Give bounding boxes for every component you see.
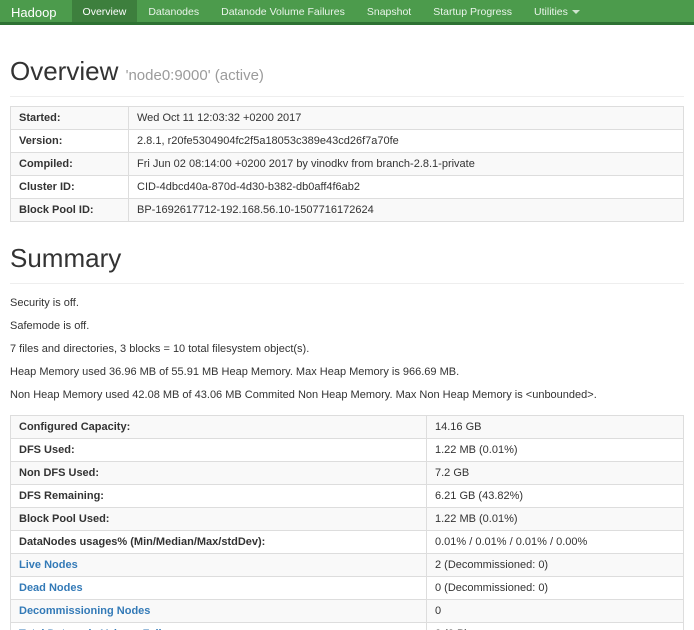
row-value: 1.22 MB (0.01%) xyxy=(427,508,684,531)
table-row: Decommissioning Nodes 0 xyxy=(11,600,684,623)
hadoop-namenode-page: Hadoop Overview Datanodes Datanode Volum… xyxy=(0,0,694,630)
row-value: 2 (Decommissioned: 0) xyxy=(427,554,684,577)
overview-info-table: Started: Wed Oct 11 12:03:32 +0200 2017 … xyxy=(10,106,684,222)
row-value: CID-4dbcd40a-870d-4d30-b382-db0aff4f6ab2 xyxy=(129,176,684,199)
row-label: Started: xyxy=(11,107,129,130)
table-row: Started: Wed Oct 11 12:03:32 +0200 2017 xyxy=(11,107,684,130)
row-label: Cluster ID: xyxy=(11,176,129,199)
row-label: DFS Used: xyxy=(11,439,427,462)
live-nodes-link[interactable]: Live Nodes xyxy=(19,559,78,571)
dead-nodes-link[interactable]: Dead Nodes xyxy=(19,582,83,594)
top-navbar: Hadoop Overview Datanodes Datanode Volum… xyxy=(0,0,694,25)
namenode-address-status: 'node0:9000' (active) xyxy=(126,67,264,84)
table-row: Configured Capacity: 14.16 GB xyxy=(11,416,684,439)
safemode-status: Safemode is off. xyxy=(10,318,684,335)
decommissioning-nodes-link[interactable]: Decommissioning Nodes xyxy=(19,605,150,617)
table-row: Non DFS Used: 7.2 GB xyxy=(11,462,684,485)
tab-utilities-dropdown[interactable]: Utilities xyxy=(523,0,591,22)
table-row: Block Pool ID: BP-1692617712-192.168.56.… xyxy=(11,199,684,222)
heap-memory-summary: Heap Memory used 36.96 MB of 55.91 MB He… xyxy=(10,364,684,381)
table-row: Compiled: Fri Jun 02 08:14:00 +0200 2017… xyxy=(11,153,684,176)
row-label: DFS Remaining: xyxy=(11,485,427,508)
chevron-down-icon xyxy=(572,10,580,14)
row-value: 0.01% / 0.01% / 0.01% / 0.00% xyxy=(427,531,684,554)
row-label: DataNodes usages% (Min/Median/Max/stdDev… xyxy=(11,531,427,554)
non-heap-memory-summary: Non Heap Memory used 42.08 MB of 43.06 M… xyxy=(10,387,684,404)
table-row: Live Nodes 2 (Decommissioned: 0) xyxy=(11,554,684,577)
table-row: Version: 2.8.1, r20fe5304904fc2f5a18053c… xyxy=(11,130,684,153)
row-value: 0 (0 B) xyxy=(427,623,684,630)
table-row: DFS Used: 1.22 MB (0.01%) xyxy=(11,439,684,462)
table-row: Cluster ID: CID-4dbcd40a-870d-4d30-b382-… xyxy=(11,176,684,199)
row-value: 0 (Decommissioned: 0) xyxy=(427,577,684,600)
summary-divider xyxy=(10,283,684,284)
summary-title: Summary xyxy=(10,243,684,274)
row-label: Compiled: xyxy=(11,153,129,176)
row-label: Block Pool ID: xyxy=(11,199,129,222)
overview-title-text: Overview xyxy=(10,56,118,86)
overview-title: Overview 'node0:9000' (active) xyxy=(10,56,684,87)
row-value: Fri Jun 02 08:14:00 +0200 2017 by vinodk… xyxy=(129,153,684,176)
security-status: Security is off. xyxy=(10,295,684,312)
summary-paragraphs: Security is off. Safemode is off. 7 file… xyxy=(10,295,684,404)
tab-startup-progress[interactable]: Startup Progress xyxy=(422,0,523,22)
row-value: BP-1692617712-192.168.56.10-150771617262… xyxy=(129,199,684,222)
tab-datanodes[interactable]: Datanodes xyxy=(137,0,210,22)
brand-hadoop[interactable]: Hadoop xyxy=(0,0,72,22)
row-value: 1.22 MB (0.01%) xyxy=(427,439,684,462)
tab-datanode-volume-failures[interactable]: Datanode Volume Failures xyxy=(210,0,356,22)
row-value: 0 xyxy=(427,600,684,623)
tab-utilities-label: Utilities xyxy=(534,6,568,18)
row-value: 2.8.1, r20fe5304904fc2f5a18053c389e43cd2… xyxy=(129,130,684,153)
summary-table: Configured Capacity: 14.16 GB DFS Used: … xyxy=(10,415,684,630)
table-row: DataNodes usages% (Min/Median/Max/stdDev… xyxy=(11,531,684,554)
table-row: Block Pool Used: 1.22 MB (0.01%) xyxy=(11,508,684,531)
table-row: Dead Nodes 0 (Decommissioned: 0) xyxy=(11,577,684,600)
tab-snapshot[interactable]: Snapshot xyxy=(356,0,422,22)
row-value: 7.2 GB xyxy=(427,462,684,485)
row-value: Wed Oct 11 12:03:32 +0200 2017 xyxy=(129,107,684,130)
table-row: Total Datanode Volume Failures 0 (0 B) xyxy=(11,623,684,630)
overview-divider xyxy=(10,96,684,97)
row-label: Block Pool Used: xyxy=(11,508,427,531)
row-label: Non DFS Used: xyxy=(11,462,427,485)
table-row: DFS Remaining: 6.21 GB (43.82%) xyxy=(11,485,684,508)
row-value: 6.21 GB (43.82%) xyxy=(427,485,684,508)
filesystem-objects-summary: 7 files and directories, 3 blocks = 10 t… xyxy=(10,341,684,358)
row-label: Version: xyxy=(11,130,129,153)
tab-overview[interactable]: Overview xyxy=(72,0,138,22)
row-value: 14.16 GB xyxy=(427,416,684,439)
row-label: Configured Capacity: xyxy=(11,416,427,439)
